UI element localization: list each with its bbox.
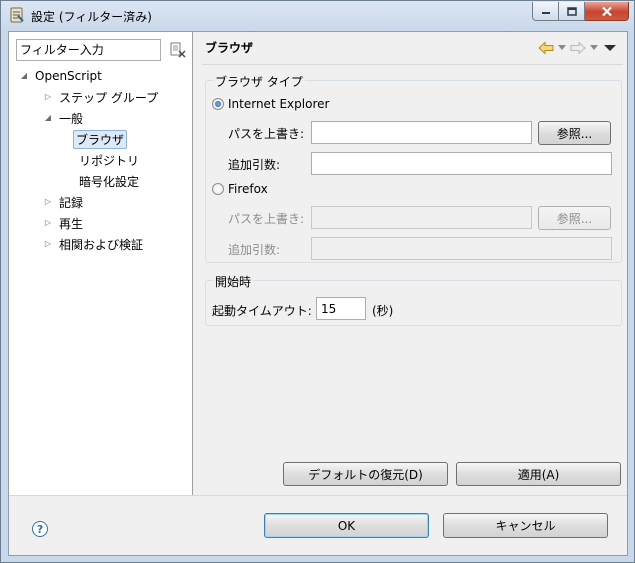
- firefox-path-input[interactable]: [311, 206, 532, 229]
- minimize-button[interactable]: [532, 2, 559, 21]
- restore-defaults-button[interactable]: デフォルトの復元(D): [283, 462, 448, 486]
- ie-args-label: 追加引数:: [228, 158, 281, 172]
- tree-item-label: 暗号化設定: [79, 174, 140, 189]
- tree-item-repository[interactable]: リポジトリ: [79, 150, 139, 170]
- ie-browse-button[interactable]: 参照...: [538, 121, 611, 145]
- expand-arrow-icon[interactable]: ▷: [43, 218, 53, 228]
- forward-arrow-icon: [570, 41, 586, 55]
- firefox-browse-button[interactable]: 参照...: [538, 206, 611, 230]
- expand-arrow-icon[interactable]: ▷: [43, 239, 53, 249]
- ie-radio[interactable]: [212, 98, 224, 110]
- tree-item-label: 一般: [59, 111, 84, 126]
- startup-group: 開始時 起動タイムアウト: (秒): [205, 273, 622, 326]
- expand-arrow-icon[interactable]: ▷: [43, 197, 53, 207]
- firefox-radio[interactable]: [212, 183, 224, 195]
- firefox-args-label: 追加引数:: [228, 243, 281, 257]
- ie-path-label: パスを上書き:: [228, 127, 305, 141]
- tree-item-general[interactable]: ◢ 一般: [43, 108, 83, 128]
- forward-menu-button[interactable]: [589, 40, 599, 56]
- startup-timeout-input[interactable]: [316, 297, 366, 320]
- startup-timeout-label: 起動タイムアウト:: [212, 304, 312, 318]
- ie-radio-option[interactable]: Internet Explorer: [212, 97, 329, 111]
- chevron-down-icon: [590, 45, 598, 50]
- tree-item-label: リポジトリ: [79, 153, 140, 168]
- page-title: ブラウザ: [205, 41, 254, 55]
- app-icon: [9, 7, 25, 23]
- preference-page: ブラウザ ブラウザ タイプ Internet Explorer パスを上書き: …: [194, 32, 627, 495]
- window-controls: [532, 2, 629, 21]
- tree-item-encryption[interactable]: 暗号化設定: [79, 171, 139, 191]
- firefox-radio-label: Firefox: [228, 182, 268, 196]
- close-icon: [601, 6, 612, 16]
- view-menu-icon: [604, 45, 616, 51]
- tree-item-openscript[interactable]: ◢ OpenScript: [19, 66, 102, 86]
- firefox-path-label: パスを上書き:: [228, 212, 305, 226]
- tree-item-record[interactable]: ▷ 記録: [43, 192, 83, 212]
- history-nav: [537, 40, 619, 56]
- header-separator: [202, 64, 623, 65]
- tree-item-label: 再生: [59, 216, 84, 231]
- view-menu-button[interactable]: [601, 40, 619, 56]
- tree-item-browser[interactable]: ブラウザ: [73, 129, 128, 149]
- back-button[interactable]: [537, 40, 555, 56]
- ok-button[interactable]: OK: [264, 513, 429, 538]
- minimize-icon: [541, 12, 550, 14]
- group-label: ブラウザ タイプ: [213, 73, 305, 90]
- tree-item-playback[interactable]: ▷ 再生: [43, 213, 83, 233]
- tree-item-label: ステップ グループ: [59, 90, 159, 105]
- maximize-button[interactable]: [559, 2, 585, 21]
- tree-item-correlation[interactable]: ▷ 相関および検証: [43, 234, 143, 254]
- forward-button[interactable]: [569, 40, 587, 56]
- filter-input[interactable]: [16, 39, 161, 61]
- timeout-unit-label: (秒): [372, 304, 394, 318]
- tree-item-label: OpenScript: [35, 69, 102, 83]
- preference-tree-pane: ◢ OpenScript ▷ ステップ グループ ◢ 一般 ブラウザ リポジトリ: [9, 32, 193, 495]
- firefox-radio-option[interactable]: Firefox: [212, 182, 268, 196]
- clear-filter-icon[interactable]: [169, 41, 187, 59]
- firefox-args-input[interactable]: [311, 237, 612, 260]
- browser-type-group: ブラウザ タイプ Internet Explorer パスを上書き: 参照...…: [205, 73, 622, 263]
- apply-button[interactable]: 適用(A): [456, 462, 621, 486]
- ie-radio-label: Internet Explorer: [228, 97, 330, 111]
- group-label: 開始時: [213, 273, 254, 290]
- collapse-arrow-icon[interactable]: ◢: [43, 113, 53, 123]
- tree-item-label: ブラウザ: [73, 129, 128, 149]
- dialog-body: ◢ OpenScript ▷ ステップ グループ ◢ 一般 ブラウザ リポジトリ: [8, 31, 628, 556]
- cancel-button[interactable]: キャンセル: [443, 513, 608, 538]
- back-arrow-icon: [538, 41, 554, 55]
- ie-args-input[interactable]: [311, 152, 612, 175]
- close-button[interactable]: [585, 2, 629, 21]
- tree-item-step-group[interactable]: ▷ ステップ グループ: [43, 87, 158, 107]
- ie-path-input[interactable]: [311, 121, 532, 144]
- tree-item-label: 記録: [59, 195, 84, 210]
- help-icon[interactable]: ?: [32, 521, 48, 537]
- window-title: 設定 (フィルター済み): [31, 10, 152, 24]
- tree-item-label: 相関および検証: [59, 237, 144, 252]
- preferences-window: 設定 (フィルター済み) フィルター入力 ◢ OpenScript ▷ ステップ…: [0, 0, 635, 563]
- maximize-icon: [566, 6, 577, 16]
- title-bar[interactable]: 設定 (フィルター済み): [1, 1, 634, 31]
- back-menu-button[interactable]: [557, 40, 567, 56]
- dialog-button-bar: ? OK キャンセル: [9, 495, 627, 555]
- chevron-down-icon: [558, 45, 566, 50]
- collapse-arrow-icon[interactable]: ◢: [19, 71, 29, 81]
- expand-arrow-icon[interactable]: ▷: [43, 92, 53, 102]
